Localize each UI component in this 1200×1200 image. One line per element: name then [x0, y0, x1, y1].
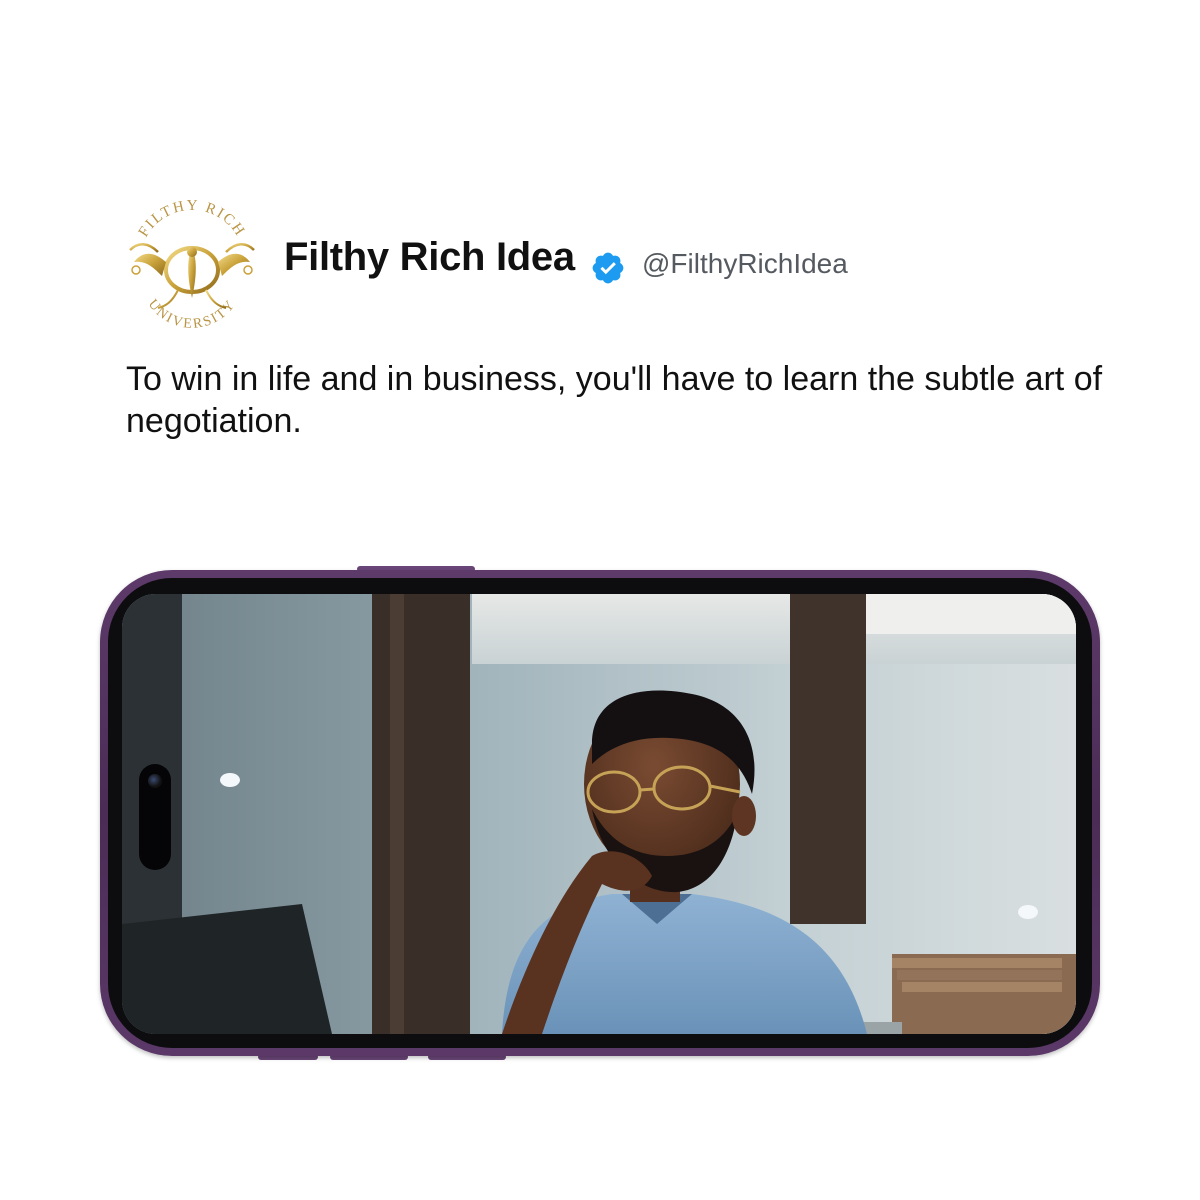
svg-text:FILTHY RICH: FILTHY RICH: [136, 198, 249, 240]
office-photo: [122, 594, 1076, 1034]
verified-badge-icon: [592, 252, 624, 284]
dynamic-island: [139, 764, 171, 870]
post-card: FILTHY RICH UNIVERSITY Filthy Rich Idea: [0, 0, 1200, 1200]
author-handle[interactable]: @FilthyRichIdea: [642, 248, 848, 280]
post-header: FILTHY RICH UNIVERSITY Filthy Rich Idea: [112, 190, 1092, 350]
logo-top-text: FILTHY RICH: [136, 198, 247, 240]
front-camera-icon: [148, 774, 162, 788]
post-text: To win in life and in business, you'll h…: [126, 360, 1103, 440]
logo-bottom-text: UNIVERSITY: [145, 297, 237, 332]
phoenix-emblem-icon: [129, 243, 255, 309]
svg-text:UNIVERSITY: UNIVERSITY: [145, 297, 239, 332]
author-name[interactable]: Filthy Rich Idea: [284, 235, 575, 280]
avatar[interactable]: FILTHY RICH UNIVERSITY: [112, 190, 272, 340]
phone-screen-photo: [122, 594, 1076, 1034]
